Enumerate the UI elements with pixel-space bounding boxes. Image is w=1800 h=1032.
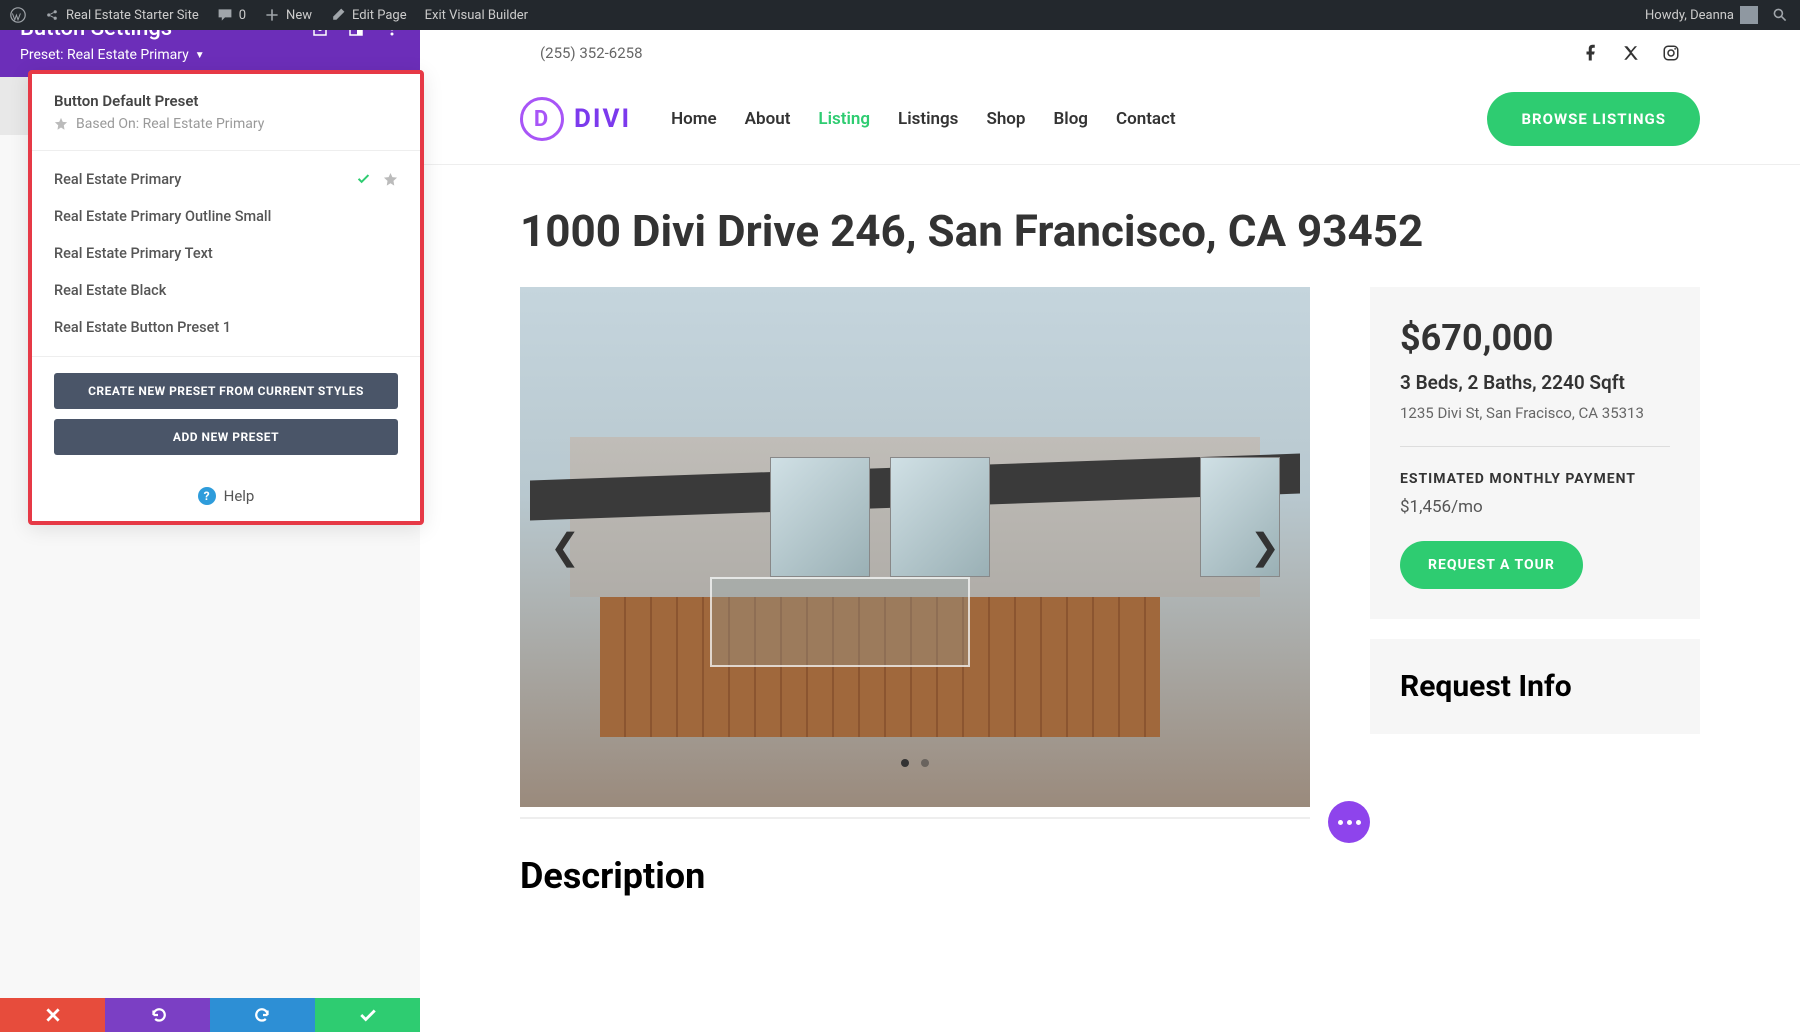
estimated-value: $1,456/mo — [1400, 497, 1670, 517]
new-label: New — [286, 8, 312, 23]
avatar — [1740, 6, 1758, 24]
preset-item[interactable]: Real Estate Button Preset 1 — [32, 309, 420, 346]
howdy-item[interactable]: Howdy, Deanna — [1645, 6, 1758, 24]
description-heading: Description — [520, 855, 705, 897]
page-title: 1000 Divi Drive 246, San Francisco, CA 9… — [520, 205, 1700, 257]
image-carousel[interactable]: ❮ ❯ — [520, 287, 1310, 807]
nav-link[interactable]: Home — [671, 109, 717, 129]
add-preset-button[interactable]: ADD NEW PRESET — [54, 419, 398, 455]
undo-button[interactable] — [105, 998, 210, 1032]
new-item[interactable]: New — [264, 7, 312, 23]
price: $670,000 — [1400, 317, 1670, 359]
module-options-fab[interactable] — [1328, 801, 1370, 843]
site-name: Real Estate Starter Site — [66, 8, 199, 23]
carousel-dot[interactable] — [921, 759, 929, 767]
nav-links: Home About Listing Listings Shop Blog Co… — [671, 109, 1176, 129]
preset-dropdown: Button Default Preset Based On: Real Est… — [28, 70, 424, 525]
exit-vb-item[interactable]: Exit Visual Builder — [425, 8, 528, 23]
nav-link[interactable]: Listings — [898, 109, 958, 129]
site-nav: D DIVI Home About Listing Listings Shop … — [420, 76, 1800, 165]
preset-item[interactable]: Real Estate Primary — [32, 161, 420, 198]
nav-link[interactable]: Blog — [1053, 109, 1088, 129]
nav-link[interactable]: About — [745, 109, 791, 129]
create-preset-button[interactable]: CREATE NEW PRESET FROM CURRENT STYLES — [54, 373, 398, 409]
check-icon — [356, 172, 371, 187]
preset-item[interactable]: Real Estate Black — [32, 272, 420, 309]
carousel-dot[interactable] — [901, 759, 909, 767]
phone-number: (255) 352-6258 — [540, 44, 643, 62]
instagram-icon[interactable] — [1662, 44, 1680, 62]
exit-vb-label: Exit Visual Builder — [425, 8, 528, 23]
howdy-text: Howdy, Deanna — [1645, 8, 1734, 23]
nav-link[interactable]: Shop — [986, 109, 1025, 129]
nav-link[interactable]: Contact — [1116, 109, 1176, 129]
preset-list: Real Estate Primary Real Estate Primary … — [32, 151, 420, 357]
save-button[interactable] — [315, 998, 420, 1032]
wp-admin-bar: Real Estate Starter Site 0 New Edit Page… — [0, 0, 1800, 30]
nav-link[interactable]: Listing — [818, 109, 870, 129]
comments-count: 0 — [239, 8, 246, 23]
address: 1235 Divi St, San Fracisco, CA 35313 — [1400, 404, 1670, 447]
help-link[interactable]: ?Help — [32, 471, 420, 521]
top-bar: (255) 352-6258 — [420, 30, 1800, 76]
page-preview: (255) 352-6258 D DIVI Home About Listing… — [420, 30, 1800, 1032]
estimated-label: ESTIMATED MONTHLY PAYMENT — [1400, 471, 1670, 487]
action-bar — [0, 998, 420, 1032]
search-icon[interactable] — [1772, 7, 1788, 23]
edit-page-item[interactable]: Edit Page — [330, 7, 407, 23]
based-on-text: Based On: Real Estate Primary — [54, 116, 398, 132]
star-icon[interactable] — [383, 172, 398, 187]
specs: 3 Beds, 2 Baths, 2240 Sqft — [1400, 371, 1670, 394]
carousel-prev[interactable]: ❮ — [540, 516, 590, 578]
cancel-button[interactable] — [0, 998, 105, 1032]
preset-item[interactable]: Real Estate Primary Outline Small — [32, 198, 420, 235]
preset-selector[interactable]: Preset: Real Estate Primary▼ — [20, 47, 400, 63]
edit-page-label: Edit Page — [352, 8, 407, 23]
request-info-card: Request Info — [1370, 639, 1700, 734]
wp-logo[interactable] — [10, 7, 26, 23]
default-preset-title[interactable]: Button Default Preset — [54, 92, 398, 110]
carousel-dots — [901, 759, 929, 767]
preset-item[interactable]: Real Estate Primary Text — [32, 235, 420, 272]
request-tour-button[interactable]: REQUEST A TOUR — [1400, 541, 1583, 589]
site-name-item[interactable]: Real Estate Starter Site — [44, 7, 199, 23]
request-info-heading: Request Info — [1400, 669, 1670, 704]
x-icon[interactable] — [1622, 44, 1640, 62]
facebook-icon[interactable] — [1582, 44, 1600, 62]
property-card: $670,000 3 Beds, 2 Baths, 2240 Sqft 1235… — [1370, 287, 1700, 619]
carousel-next[interactable]: ❯ — [1240, 516, 1290, 578]
redo-button[interactable] — [210, 998, 315, 1032]
browse-listings-button[interactable]: BROWSE LISTINGS — [1487, 92, 1700, 146]
comments-item[interactable]: 0 — [217, 7, 246, 23]
site-logo[interactable]: D DIVI — [520, 97, 631, 141]
